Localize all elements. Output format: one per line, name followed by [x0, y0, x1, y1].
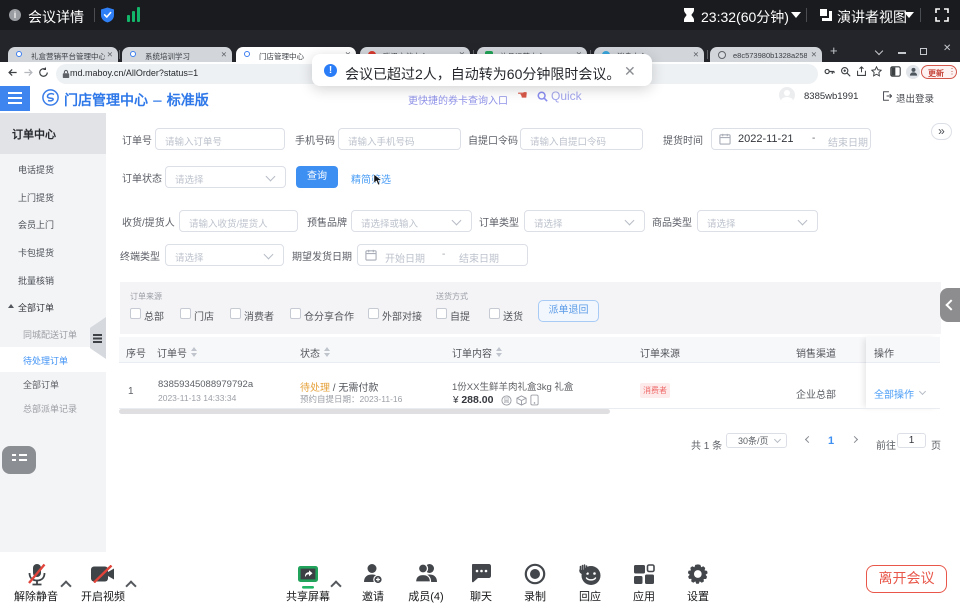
svg-text:圆: 圆 — [504, 398, 510, 405]
